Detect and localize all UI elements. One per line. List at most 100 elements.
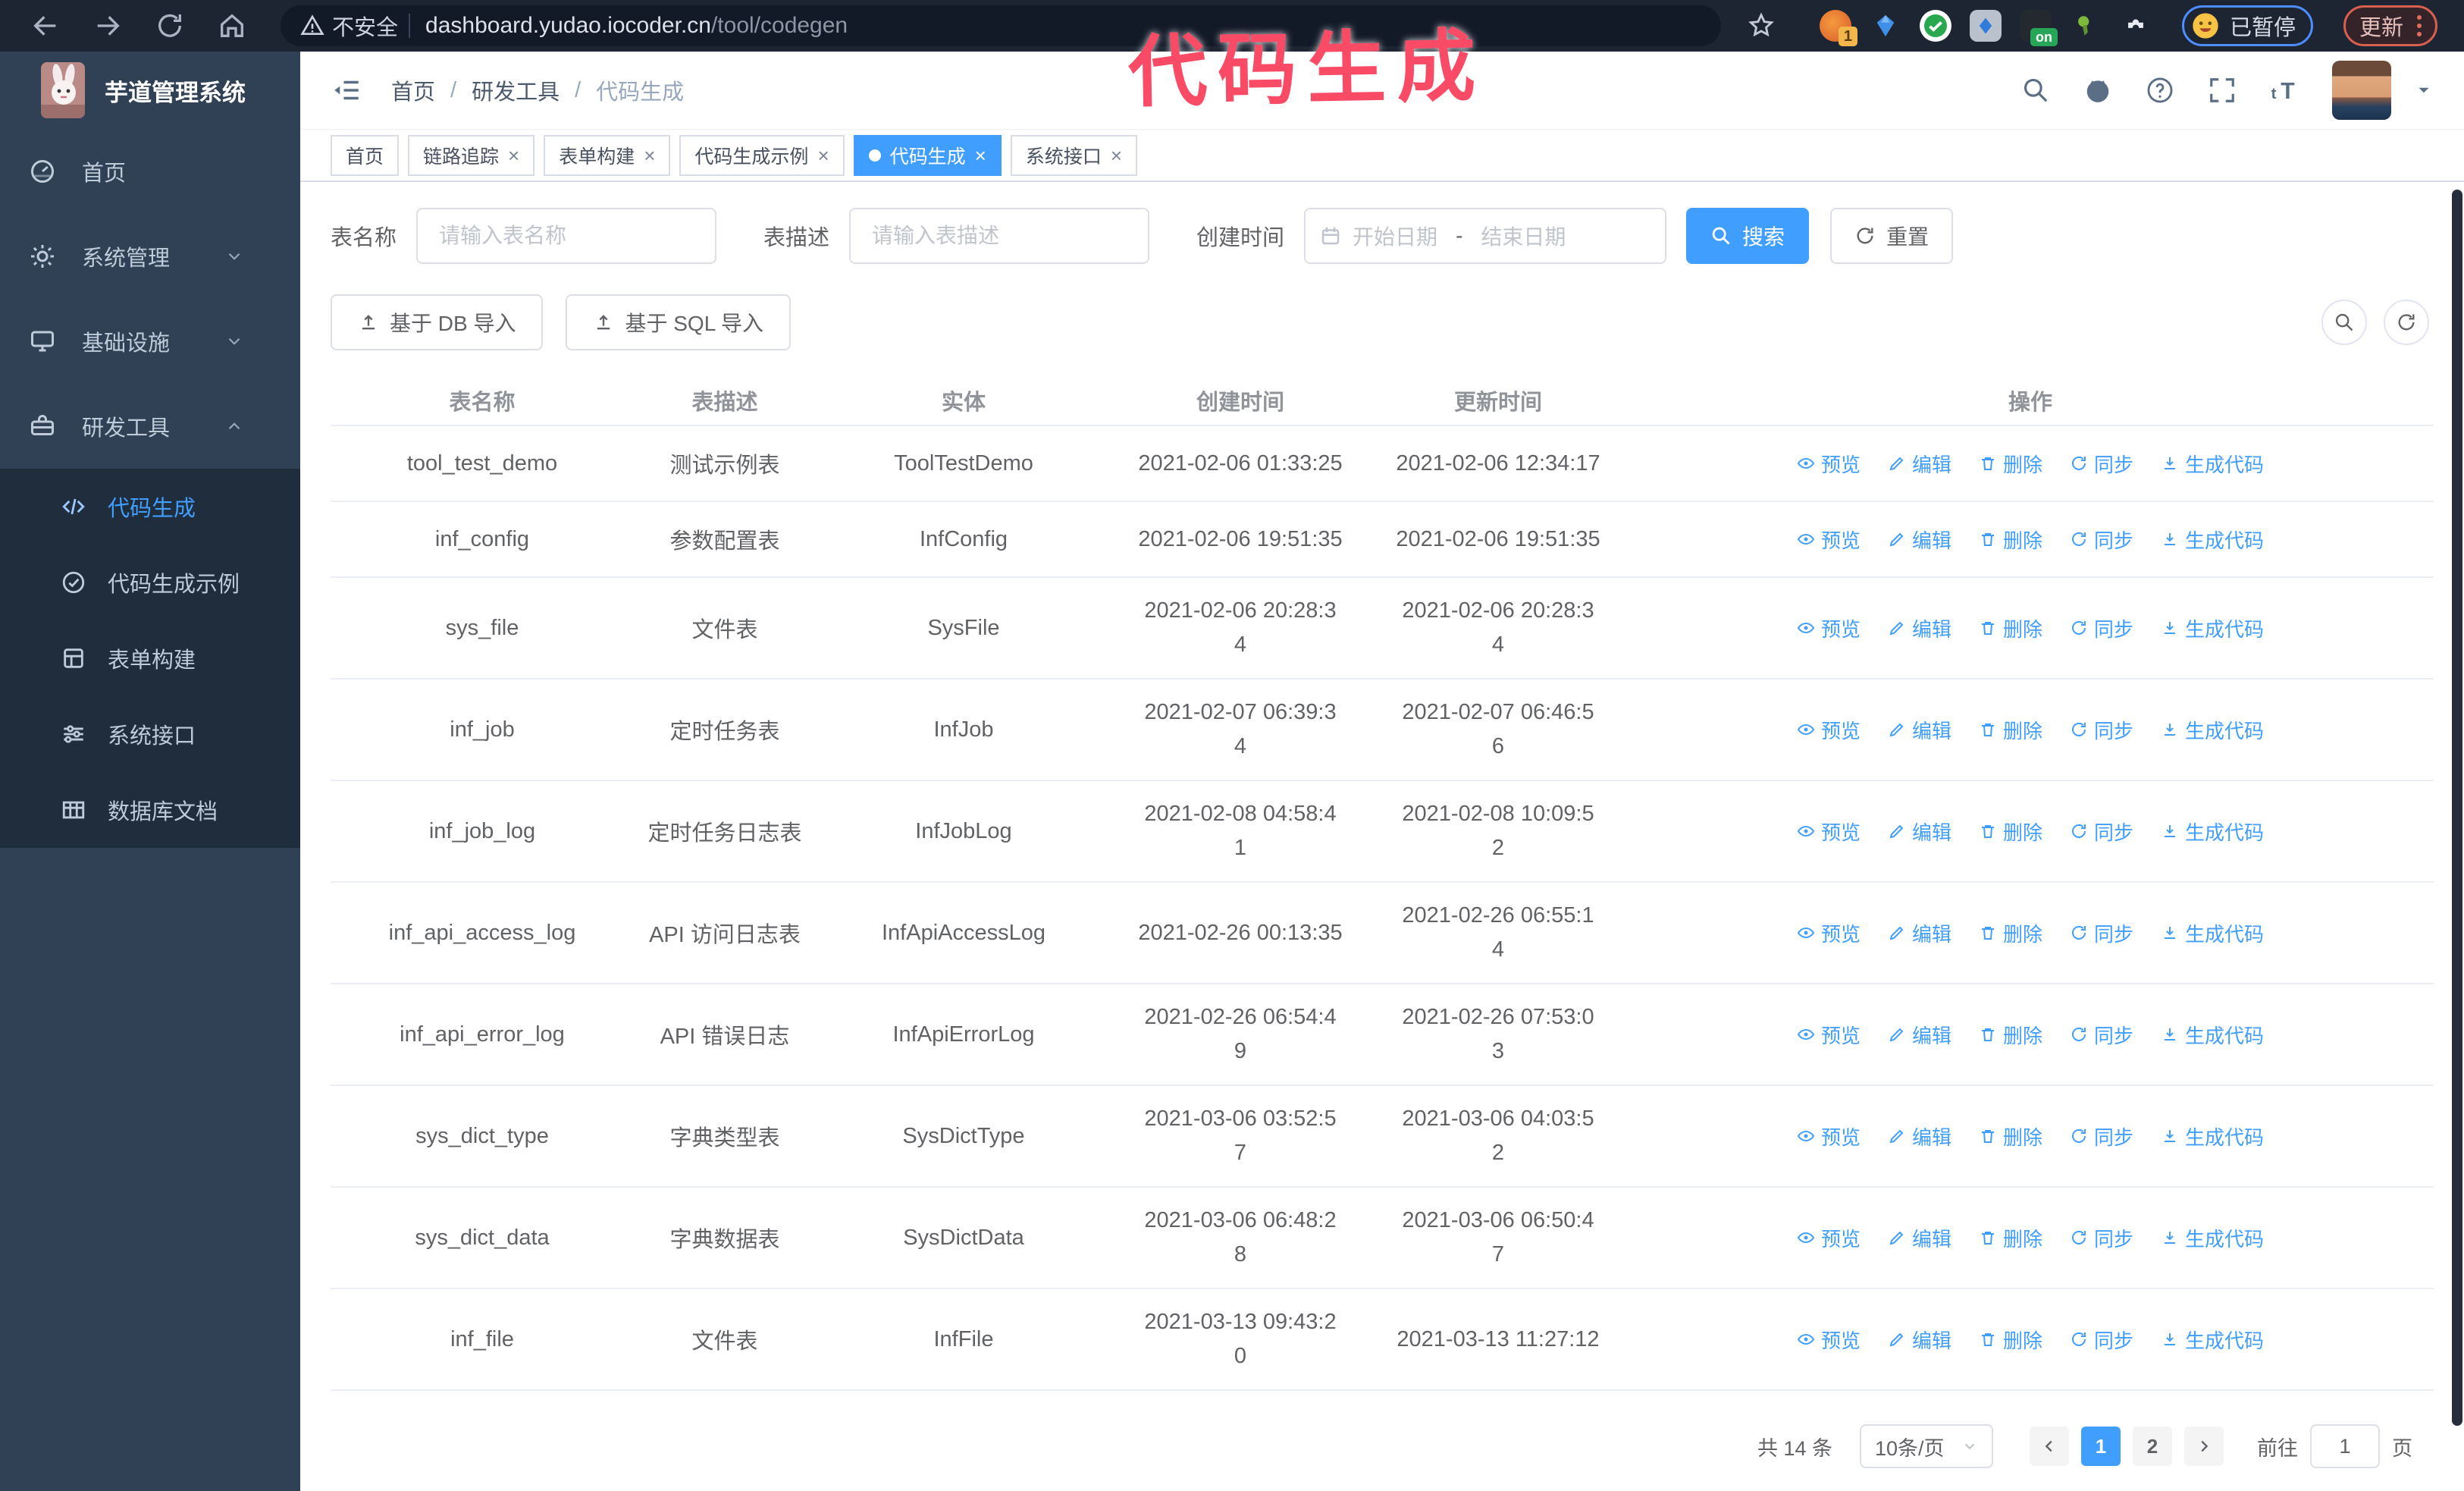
action-delete-link[interactable]: 删除: [1979, 450, 2042, 478]
action-edit-link[interactable]: 编辑: [1888, 818, 1951, 846]
page-scrollbar[interactable]: [2452, 190, 2462, 1426]
sidebar-item-0[interactable]: 首页: [0, 129, 300, 214]
action-sync-link[interactable]: 同步: [2070, 919, 2133, 947]
action-edit-link[interactable]: 编辑: [1888, 614, 1951, 642]
app-logo[interactable]: 芋道管理系统: [0, 52, 300, 129]
caret-down-icon[interactable]: [2414, 80, 2434, 100]
action-sync-link[interactable]: 同步: [2070, 716, 2133, 744]
close-icon[interactable]: ×: [644, 146, 655, 165]
action-edit-link[interactable]: 编辑: [1888, 526, 1951, 554]
close-icon[interactable]: ×: [975, 146, 986, 165]
tab-4[interactable]: 代码生成 ×: [853, 134, 1002, 176]
action-sync-link[interactable]: 同步: [2070, 1224, 2133, 1252]
extension-colorpicker-icon[interactable]: 1: [1820, 10, 1857, 46]
extension-gem-icon[interactable]: [1870, 10, 1901, 42]
action-sync-link[interactable]: 同步: [2070, 450, 2133, 478]
action-generate-link[interactable]: 生成代码: [2161, 1326, 2264, 1354]
browser-update-button[interactable]: 更新: [2343, 5, 2438, 46]
action-edit-link[interactable]: 编辑: [1888, 1021, 1951, 1049]
action-generate-link[interactable]: 生成代码: [2161, 1122, 2264, 1150]
import-db-button[interactable]: 基于 DB 导入: [331, 294, 544, 350]
action-generate-link[interactable]: 生成代码: [2161, 1021, 2264, 1049]
action-preview-link[interactable]: 预览: [1797, 919, 1861, 947]
action-delete-link[interactable]: 删除: [1979, 818, 2042, 846]
sidebar-fold-icon[interactable]: [331, 74, 362, 106]
fullscreen-icon[interactable]: [2208, 76, 2237, 105]
action-sync-link[interactable]: 同步: [2070, 526, 2133, 554]
security-label[interactable]: 不安全: [332, 10, 398, 42]
action-edit-link[interactable]: 编辑: [1888, 1122, 1951, 1150]
action-preview-link[interactable]: 预览: [1797, 1224, 1861, 1252]
action-preview-link[interactable]: 预览: [1797, 716, 1861, 744]
next-page-button[interactable]: [2184, 1427, 2224, 1466]
sidebar-subitem-1[interactable]: 代码生成示例: [0, 545, 300, 620]
action-generate-link[interactable]: 生成代码: [2161, 614, 2264, 642]
action-preview-link[interactable]: 预览: [1797, 614, 1861, 642]
action-preview-link[interactable]: 预览: [1797, 1122, 1861, 1150]
sidebar-subitem-0[interactable]: 代码生成: [0, 469, 300, 545]
tab-0[interactable]: 首页: [331, 134, 400, 176]
search-icon[interactable]: [2021, 76, 2050, 105]
address-bar[interactable]: 不安全 dashboard.yudao.iocoder.cn /tool/cod…: [281, 5, 1721, 46]
refresh-table-button[interactable]: [2384, 300, 2429, 345]
tab-5[interactable]: 系统接口 ×: [1010, 134, 1138, 176]
extension-dark-icon[interactable]: on: [2020, 10, 2058, 46]
prev-page-button[interactable]: [2030, 1427, 2069, 1466]
sidebar-item-2[interactable]: 基础设施: [0, 299, 300, 384]
extension-check-icon[interactable]: [1920, 10, 1951, 42]
help-icon[interactable]: [2146, 76, 2174, 105]
menu-kebab-icon[interactable]: [2417, 15, 2422, 36]
sidebar-subitem-2[interactable]: 表单构建: [0, 620, 300, 696]
user-avatar[interactable]: [2332, 61, 2391, 120]
url-domain[interactable]: dashboard.yudao.iocoder.cn: [425, 13, 711, 39]
action-edit-link[interactable]: 编辑: [1888, 716, 1951, 744]
sidebar-subitem-4[interactable]: 数据库文档: [0, 772, 300, 848]
action-delete-link[interactable]: 删除: [1979, 1021, 2042, 1049]
action-sync-link[interactable]: 同步: [2070, 614, 2133, 642]
sidebar-item-3[interactable]: 研发工具: [0, 384, 300, 469]
home-icon[interactable]: [217, 11, 247, 41]
date-range-picker[interactable]: 开始日期 - 结束日期: [1304, 208, 1667, 264]
breadcrumb-home[interactable]: 首页: [391, 74, 435, 106]
action-generate-link[interactable]: 生成代码: [2161, 919, 2264, 947]
action-sync-link[interactable]: 同步: [2070, 1326, 2133, 1354]
action-delete-link[interactable]: 删除: [1979, 1122, 2042, 1150]
action-preview-link[interactable]: 预览: [1797, 526, 1861, 554]
action-preview-link[interactable]: 预览: [1797, 450, 1861, 478]
action-delete-link[interactable]: 删除: [1979, 614, 2042, 642]
page-size-select[interactable]: 10条/页: [1860, 1424, 1993, 1468]
action-delete-link[interactable]: 删除: [1979, 919, 2042, 947]
tab-1[interactable]: 链路追踪 ×: [408, 134, 535, 176]
action-generate-link[interactable]: 生成代码: [2161, 526, 2264, 554]
extension-grid-icon[interactable]: [1970, 10, 2002, 42]
page-button-1[interactable]: 1: [2081, 1427, 2121, 1466]
action-generate-link[interactable]: 生成代码: [2161, 818, 2264, 846]
action-generate-link[interactable]: 生成代码: [2161, 1224, 2264, 1252]
font-size-icon[interactable]: tT: [2270, 76, 2299, 105]
sidebar-item-1[interactable]: 系统管理: [0, 214, 300, 299]
bookmark-star-icon[interactable]: [1747, 11, 1776, 40]
forward-icon[interactable]: [92, 11, 123, 41]
action-sync-link[interactable]: 同步: [2070, 1122, 2133, 1150]
action-edit-link[interactable]: 编辑: [1888, 1224, 1951, 1252]
reload-icon[interactable]: [155, 11, 185, 41]
extension-green-icon[interactable]: [2070, 10, 2102, 42]
table-name-input[interactable]: [416, 208, 717, 264]
search-button[interactable]: 搜索: [1686, 208, 1810, 264]
show-search-button[interactable]: [2321, 300, 2367, 345]
profile-paused-pill[interactable]: 已暂停: [2182, 5, 2314, 46]
action-edit-link[interactable]: 编辑: [1888, 450, 1951, 478]
reset-button[interactable]: 重置: [1830, 208, 1954, 264]
action-generate-link[interactable]: 生成代码: [2161, 450, 2264, 478]
page-button-2[interactable]: 2: [2133, 1427, 2172, 1466]
url-path[interactable]: /tool/codegen: [711, 13, 848, 39]
import-sql-button[interactable]: 基于 SQL 导入: [566, 294, 792, 350]
action-edit-link[interactable]: 编辑: [1888, 1326, 1951, 1354]
extension-puzzle-icon[interactable]: [2120, 10, 2152, 42]
tab-2[interactable]: 表单构建 ×: [544, 134, 671, 176]
close-icon[interactable]: ×: [508, 146, 519, 165]
goto-page-input[interactable]: [2310, 1424, 2380, 1468]
action-preview-link[interactable]: 预览: [1797, 1326, 1861, 1354]
action-generate-link[interactable]: 生成代码: [2161, 716, 2264, 744]
tab-3[interactable]: 代码生成示例 ×: [679, 134, 845, 176]
